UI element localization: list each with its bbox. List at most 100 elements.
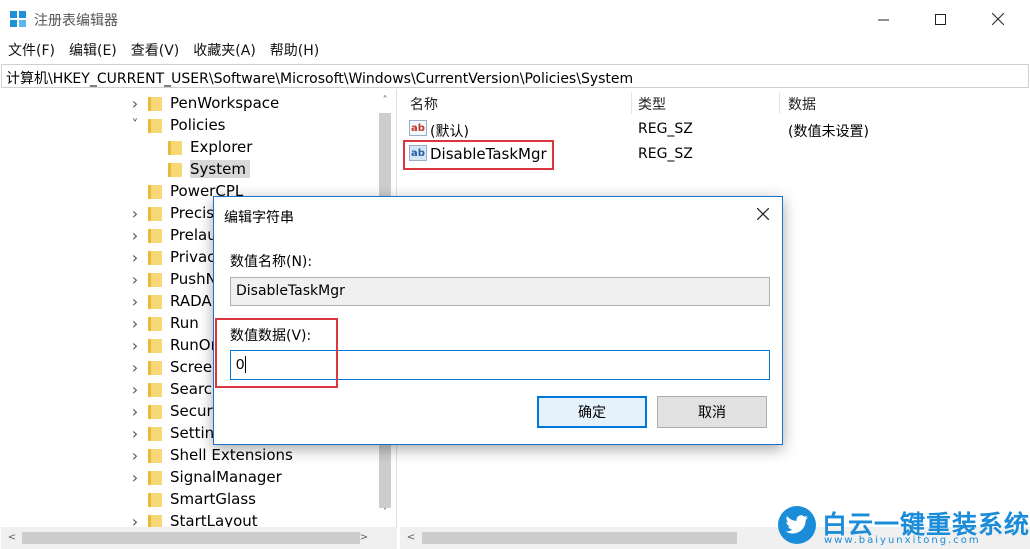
folder-icon <box>148 426 162 441</box>
tree-item[interactable]: › Scree <box>128 356 212 378</box>
menu-favorites[interactable]: 收藏夹(A) <box>193 40 256 60</box>
folder-icon <box>148 316 162 331</box>
tree-hscroll-thumb[interactable] <box>22 532 360 544</box>
tree-item[interactable]: › Searc <box>128 378 212 400</box>
tree-item-label: Precis <box>170 204 215 222</box>
tree-item[interactable]: › Settin <box>128 422 214 444</box>
tree-item-label: RunOr <box>170 336 217 354</box>
tree-item[interactable]: › Securi <box>128 400 217 422</box>
tree-item[interactable]: › Privac <box>128 246 216 268</box>
list-hscroll-thumb[interactable] <box>422 532 737 544</box>
tree-item[interactable]: › Shell Extensions <box>128 444 293 466</box>
chevron-right-icon[interactable]: › <box>128 270 142 289</box>
dialog-close-button[interactable] <box>748 201 778 227</box>
tree-item-label: Shell Extensions <box>170 446 293 464</box>
tree-item-label: PenWorkspace <box>170 94 280 112</box>
close-icon <box>757 208 769 220</box>
folder-icon <box>148 382 162 397</box>
folder-icon <box>148 492 162 507</box>
chevron-right-icon[interactable]: › <box>128 468 142 487</box>
column-name[interactable]: 名称 <box>410 94 438 114</box>
folder-icon <box>168 140 182 155</box>
column-type[interactable]: 类型 <box>638 94 666 114</box>
folder-icon <box>148 206 162 221</box>
menu-help[interactable]: 帮助(H) <box>270 40 319 60</box>
folder-icon <box>148 360 162 375</box>
title-bar: 注册表编辑器 <box>0 0 1030 38</box>
dialog-title: 编辑字符串 <box>224 210 294 226</box>
tree-item[interactable]: SmartGlass <box>128 488 256 510</box>
value-name[interactable]: (默认) <box>430 121 469 141</box>
menu-bar: 文件(F) 编辑(E) 查看(V) 收藏夹(A) 帮助(H) <box>0 38 1030 62</box>
minimize-button[interactable] <box>860 0 906 38</box>
close-button[interactable] <box>975 0 1021 38</box>
tree-item-label: System <box>190 160 250 178</box>
ok-button[interactable]: 确定 <box>537 396 647 428</box>
chevron-right-icon[interactable]: › <box>128 380 142 399</box>
menu-view[interactable]: 查看(V) <box>131 40 180 60</box>
value-type: REG_SZ <box>638 146 693 162</box>
chevron-right-icon[interactable]: › <box>128 358 142 377</box>
folder-icon <box>148 470 162 485</box>
tree-item[interactable]: Explorer <box>148 136 252 158</box>
folder-icon <box>148 294 162 309</box>
folder-icon <box>148 118 162 133</box>
menu-edit[interactable]: 编辑(E) <box>69 40 117 60</box>
tree-item[interactable]: › RunOr <box>128 334 217 356</box>
chevron-right-icon[interactable]: › <box>128 94 142 113</box>
column-data[interactable]: 数据 <box>788 94 816 114</box>
chevron-right-icon[interactable]: › <box>128 292 142 311</box>
maximize-icon <box>934 13 946 25</box>
regedit-icon <box>10 11 26 27</box>
tree-item[interactable]: › Run <box>128 312 199 334</box>
maximize-button[interactable] <box>917 0 963 38</box>
close-icon <box>992 13 1004 25</box>
value-data: (数值未设置) <box>788 124 869 140</box>
scroll-left-icon[interactable]: < <box>400 532 422 543</box>
tree-item-label: SignalManager <box>170 468 282 486</box>
tree-item[interactable]: › RADA <box>128 290 212 312</box>
tree-item-label: Securi <box>170 402 217 420</box>
chevron-right-icon[interactable]: › <box>128 424 142 443</box>
tree-item[interactable]: System <box>148 158 250 180</box>
value-name-field: DisableTaskMgr <box>230 277 770 306</box>
menu-file[interactable]: 文件(F) <box>8 40 55 60</box>
chevron-down-icon[interactable]: ˅ <box>128 118 142 133</box>
chevron-right-icon[interactable]: › <box>128 314 142 333</box>
chevron-right-icon[interactable]: › <box>128 248 142 267</box>
tree-item[interactable]: › PenWorkspace <box>128 92 279 114</box>
address-bar[interactable]: 计算机\HKEY_CURRENT_USER\Software\Microsoft… <box>1 64 1029 88</box>
chevron-right-icon[interactable]: › <box>128 204 142 223</box>
column-divider[interactable] <box>779 92 780 114</box>
tree-item[interactable]: › Prelau <box>128 224 217 246</box>
folder-icon <box>148 184 162 199</box>
window-title: 注册表编辑器 <box>34 13 118 29</box>
string-value-icon: ab <box>409 120 427 136</box>
watermark-url: www.baiyunxitong.com <box>824 535 981 546</box>
folder-icon <box>168 162 182 177</box>
minimize-icon <box>877 19 889 20</box>
tree-item-label: Searc <box>170 380 213 398</box>
tree-item[interactable]: ˅ Policies <box>128 114 226 136</box>
scroll-left-icon[interactable]: < <box>1 532 23 543</box>
chevron-right-icon[interactable]: › <box>128 336 142 355</box>
folder-icon <box>148 228 162 243</box>
chevron-right-icon[interactable]: › <box>128 226 142 245</box>
scroll-up-icon[interactable]: ˄ <box>374 95 396 106</box>
column-divider[interactable] <box>631 92 632 114</box>
cancel-button[interactable]: 取消 <box>657 396 767 428</box>
value-name-label: 数值名称(N): <box>230 254 313 270</box>
tree-item[interactable]: › Precis <box>128 202 214 224</box>
tree-item-label: Prelau <box>170 226 217 244</box>
highlight-box <box>215 318 338 388</box>
tree-item[interactable]: › SignalManager <box>128 466 282 488</box>
tree-item[interactable]: › PushN <box>128 268 217 290</box>
folder-icon <box>148 250 162 265</box>
chevron-right-icon[interactable]: › <box>128 446 142 465</box>
folder-icon <box>148 96 162 111</box>
address-path: 计算机\HKEY_CURRENT_USER\Software\Microsoft… <box>6 71 634 87</box>
chevron-right-icon[interactable]: › <box>128 402 142 421</box>
scroll-down-icon[interactable]: ˅ <box>374 507 396 518</box>
tree-item-label: Scree <box>170 358 213 376</box>
tree-item-label: Settin <box>170 424 215 442</box>
